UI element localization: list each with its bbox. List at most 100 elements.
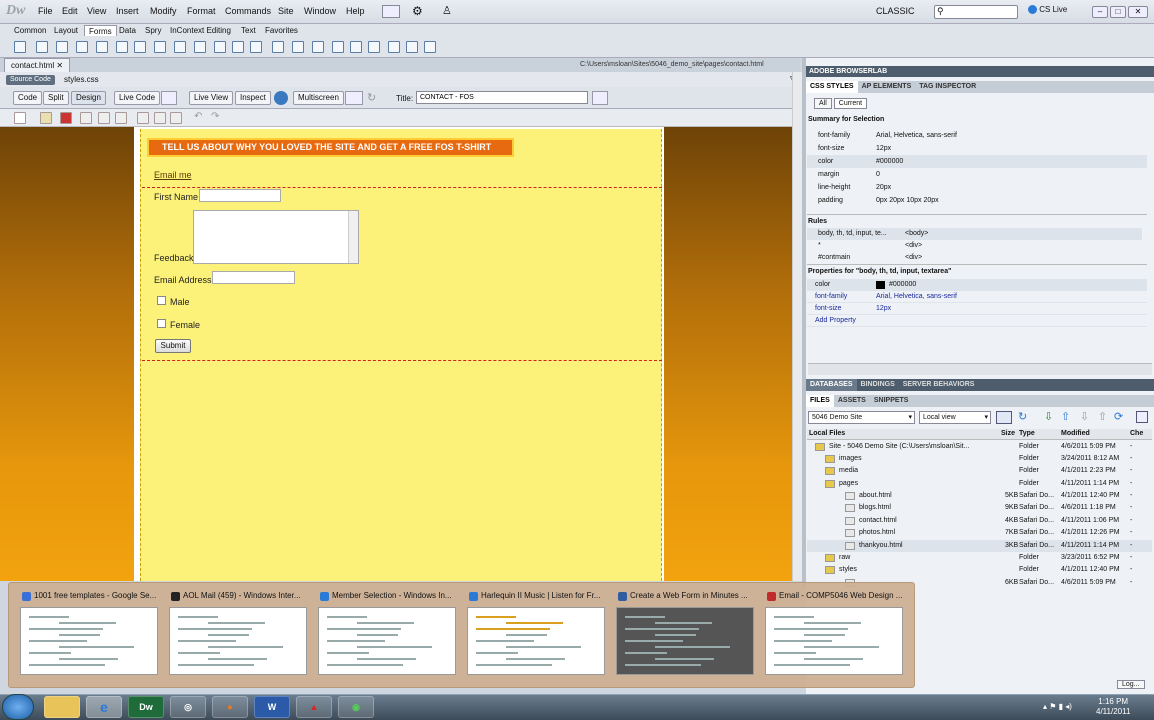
synchronize-icon[interactable]: ⟳ [1114,410,1123,423]
workspace-switcher[interactable]: CLASSIC [876,6,915,16]
insert-tab-favorites[interactable]: Favorites [261,25,302,36]
male-checkbox[interactable] [157,296,166,305]
file-row[interactable]: blogs.html 9KB Safari Do... 4/6/2011 1:18 P… [807,502,1152,514]
cs-live-button[interactable]: CS Live [1028,5,1067,15]
window-preview[interactable]: Harlequin II Music | Listen for Fr... [467,591,613,679]
radio-button-icon[interactable] [134,41,146,53]
first-name-input[interactable] [199,189,281,202]
menu-file[interactable]: File [38,6,53,16]
property-row[interactable]: color #000000 [807,279,1147,291]
checkbox-group-icon[interactable] [116,41,128,53]
spry-password-icon[interactable] [388,41,400,53]
preview-browser-icon[interactable] [274,91,288,105]
document-title-input[interactable] [416,91,588,104]
save-icon[interactable] [80,112,92,124]
tab-bindings[interactable]: BINDINGS [857,379,899,391]
print-icon[interactable] [115,112,127,124]
code-view-button[interactable]: Code [13,91,43,105]
tab-css-styles[interactable]: CSS STYLES [806,81,858,93]
current-button[interactable]: Current [833,98,868,109]
insert-tab-forms[interactable]: Forms [84,25,117,36]
form-icon[interactable] [14,41,26,53]
ie-taskbar-button[interactable]: e [86,696,122,718]
summary-row[interactable]: color #000000 [807,155,1147,168]
column-checked-out[interactable]: Che [1130,430,1143,437]
label-icon[interactable] [272,41,284,53]
email-me-link[interactable]: Email me [154,170,192,180]
file-row[interactable]: photos.html 7KB Safari Do... 4/1/2011 12:26… [807,527,1152,539]
maximize-button[interactable]: □ [1110,6,1126,18]
insert-tab-incontext[interactable]: InContext Editing [166,25,235,36]
browse-bridge-icon[interactable] [60,112,72,124]
put-files-icon[interactable]: ⇧ [1061,410,1070,423]
new-document-icon[interactable] [14,112,26,124]
menu-view[interactable]: View [87,6,106,16]
save-all-icon[interactable] [98,112,110,124]
close-tab-icon[interactable]: ✕ [56,61,63,70]
document-scrollbar[interactable] [792,72,802,581]
close-button[interactable]: ✕ [1128,6,1148,18]
site-select[interactable]: 5046 Demo Site ▾ [808,411,915,424]
minimize-button[interactable]: – [1092,6,1108,18]
split-view-button[interactable]: Split [43,91,69,105]
word-taskbar-button[interactable]: W [254,696,290,718]
column-modified[interactable]: Modified [1061,430,1090,437]
paste-icon[interactable] [170,112,182,124]
file-row[interactable]: contact.html 4KB Safari Do... 4/11/2011 1:0… [807,515,1152,527]
spry-radio-group-icon[interactable] [424,41,436,53]
insert-tab-data[interactable]: Data [115,25,140,36]
check-in-icon[interactable]: ⇧ [1098,410,1107,423]
folder-row[interactable]: media Folder 4/1/2011 2:23 PM - [807,465,1152,477]
firefox-taskbar-button[interactable]: ● [212,696,248,718]
spry-checkbox-icon[interactable] [350,41,362,53]
site-manager-icon[interactable]: ♙ [442,4,452,17]
tab-databases[interactable]: DATABASES [806,379,857,391]
globe-taskbar-button[interactable]: ◎ [170,696,206,718]
help-search-input[interactable]: ⚲ [934,5,1018,19]
summary-row[interactable]: padding 0px 20px 10px 20px [807,194,1147,207]
email-address-input[interactable] [212,271,295,284]
folder-row[interactable]: images Folder 3/24/2011 8:12 AM - [807,453,1152,465]
insert-tab-common[interactable]: Common [10,25,50,36]
check-browser-icon[interactable] [592,91,608,105]
file-management-icon[interactable] [161,91,177,105]
fieldset-icon[interactable] [292,41,304,53]
color-swatch[interactable] [876,281,885,289]
select-list-icon[interactable] [174,41,186,53]
column-size[interactable]: Size [1001,430,1015,437]
rule-row[interactable]: * <div> [807,240,1142,252]
spry-select-icon[interactable] [368,41,380,53]
file-row[interactable]: about.html 5KB Safari Do... 4/1/2011 12:40 … [807,490,1152,502]
window-preview[interactable]: 1001 free templates - Google Se... [20,591,166,679]
tab-server-behaviors[interactable]: SERVER BEHAVIORS [899,379,979,391]
visual-aids-icon[interactable] [345,91,363,105]
image-field-icon[interactable] [214,41,226,53]
undo-icon[interactable]: ↶ [194,111,202,122]
tab-tag-inspector[interactable]: TAG INSPECTOR [915,81,980,93]
property-row[interactable]: font-size 12px [807,303,1147,315]
refresh-icon[interactable]: ↻ [367,91,376,104]
text-field-icon[interactable] [36,41,48,53]
tray-icons[interactable]: ▴ ⚑ ▮ ◂) [1043,702,1072,711]
view-select[interactable]: Local view ▾ [919,411,991,424]
connect-icon[interactable] [996,411,1012,424]
source-code-button[interactable]: Source Code [6,75,55,85]
rule-row[interactable]: body, th, td, input, te... <body> [807,228,1142,240]
window-preview[interactable]: AOL Mail (459) - Windows Inter... [169,591,315,679]
folder-row[interactable]: styles Folder 4/1/2011 12:40 PM - [807,564,1152,576]
window-preview[interactable]: Member Selection - Windows In... [318,591,464,679]
redo-icon[interactable]: ↷ [211,111,219,122]
layout-icon[interactable] [382,5,400,18]
add-property-link[interactable]: Add Property [807,315,1147,327]
password-field-icon[interactable] [56,41,68,53]
button-icon[interactable] [250,41,262,53]
menu-modify[interactable]: Modify [150,6,177,16]
get-files-icon[interactable]: ⇩ [1044,410,1053,423]
browserlab-panel-header[interactable]: ADOBE BROWSERLAB [806,66,1154,77]
multiscreen-button[interactable]: Multiscreen [293,91,344,105]
insert-tab-spry[interactable]: Spry [141,25,165,36]
column-type[interactable]: Type [1019,430,1035,437]
menu-commands[interactable]: Commands [225,6,271,16]
spry-text-field-icon[interactable] [312,41,324,53]
summary-row[interactable]: line-height 20px [807,181,1147,194]
